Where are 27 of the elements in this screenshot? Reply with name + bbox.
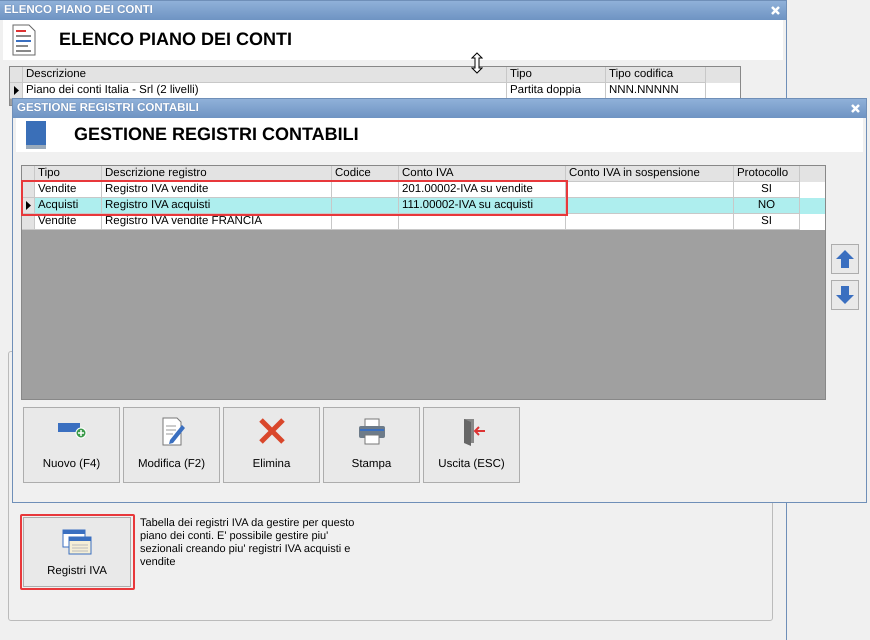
table-cell: SI bbox=[734, 214, 800, 230]
toolbar-button[interactable]: Elimina bbox=[223, 407, 320, 483]
close-icon[interactable] bbox=[769, 4, 782, 17]
arrow-up-icon[interactable] bbox=[835, 249, 855, 269]
registri-iva-button[interactable]: Registri IVA bbox=[23, 517, 131, 587]
table-cell bbox=[332, 198, 399, 214]
printer-icon[interactable] bbox=[356, 416, 386, 446]
row-header[interactable] bbox=[22, 182, 35, 198]
close-icon[interactable] bbox=[849, 102, 862, 115]
toolbar-button[interactable]: Uscita (ESC) bbox=[423, 407, 520, 483]
table-row[interactable]: Vendite Registro IVA vendite FRANCIA SI bbox=[22, 214, 825, 230]
table-cell bbox=[332, 214, 399, 230]
arrow-down-icon[interactable] bbox=[835, 285, 855, 305]
windows-icon[interactable] bbox=[62, 528, 92, 555]
table-cell: Vendite bbox=[35, 214, 102, 230]
document-icon bbox=[11, 24, 37, 56]
header-title: GESTIONE REGISTRI CONTABILI bbox=[74, 124, 359, 146]
description-text: Tabella dei registri IVA da gestire per questo piano dei conti. E' possibile gestire piu' sezionali creando piu' registri IVA acquisti e vendite bbox=[140, 517, 356, 569]
book-icon bbox=[24, 120, 48, 150]
toolbar-button[interactable]: Nuovo (F4) bbox=[23, 407, 120, 483]
toolbar-button[interactable]: Modifica (F2) bbox=[123, 407, 220, 483]
header-title: ELENCO PIANO DEI CONTI bbox=[59, 29, 292, 51]
window-title: ELENCO PIANO DEI CONTI bbox=[4, 2, 153, 18]
toolbar-button[interactable]: Stampa bbox=[323, 407, 420, 483]
window-title: GESTIONE REGISTRI CONTABILI bbox=[17, 100, 199, 116]
delete-icon[interactable] bbox=[256, 416, 286, 446]
table-cell: Registro IVA vendite FRANCIA bbox=[102, 214, 332, 230]
